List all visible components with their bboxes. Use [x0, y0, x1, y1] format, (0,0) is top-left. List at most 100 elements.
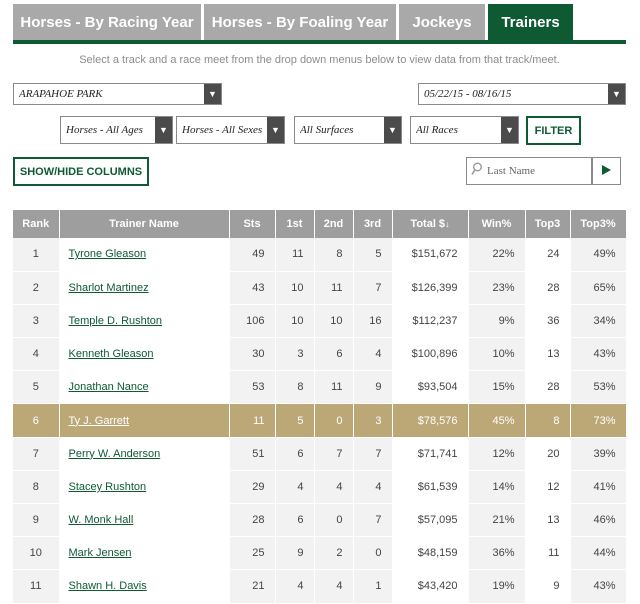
last-name-input[interactable] — [487, 165, 587, 177]
top3-cell: 20 — [525, 437, 571, 471]
third-cell: 4 — [353, 470, 393, 504]
table-row: 1 Tyrone Gleason 49 11 8 5 $151,672 22% 24 49% — [13, 238, 627, 272]
win-pct-cell: 19% — [468, 569, 526, 604]
trainer-link[interactable]: Tyrone Gleason — [69, 248, 147, 260]
trainer-link[interactable]: Sharlot Martinez — [69, 282, 149, 294]
chevron-down-icon: ▼ — [501, 117, 518, 143]
third-cell: 4 — [353, 337, 393, 371]
header-3rd[interactable]: 3rd — [353, 210, 393, 238]
total-cell: $151,672 — [392, 238, 469, 272]
tab-horses-by-foaling-year[interactable]: Horses - By Foaling Year — [204, 4, 396, 40]
win-pct-cell: 21% — [468, 503, 526, 537]
table-row: 2 Sharlot Martinez 43 10 11 7 $126,399 23% 28 65% — [13, 271, 627, 305]
header-rank[interactable]: Rank — [13, 210, 60, 238]
header-top3[interactable]: Top3 — [525, 210, 571, 238]
header-1st[interactable]: 1st — [275, 210, 315, 238]
total-cell: $57,095 — [392, 503, 469, 537]
trainer-link[interactable]: Stacey Rushton — [69, 481, 147, 493]
top3-cell: 28 — [525, 370, 571, 404]
trainers-table: Rank Trainer Name Sts 1st 2nd 3rd Total … — [13, 210, 627, 604]
top3-cell: 36 — [525, 304, 571, 338]
third-cell: 1 — [353, 569, 393, 604]
total-cell: $100,896 — [392, 337, 469, 371]
sts-cell: 11 — [229, 403, 276, 438]
first-cell: 6 — [275, 437, 315, 471]
track-select[interactable]: ARAPAHOE PARK ▼ — [13, 83, 222, 105]
trainer-link[interactable]: Mark Jensen — [69, 547, 132, 559]
sts-cell: 49 — [229, 238, 276, 272]
win-pct-cell: 14% — [468, 470, 526, 504]
sts-cell: 25 — [229, 536, 276, 570]
table-row: 8 Stacey Rushton 29 4 4 4 $61,539 14% 12 41% — [13, 470, 627, 504]
total-cell: $71,741 — [392, 437, 469, 471]
trainer-link[interactable]: Shawn H. Davis — [69, 580, 147, 592]
trainer-name-cell: Shawn H. Davis — [59, 569, 230, 604]
rank-cell: 1 — [13, 238, 60, 272]
third-cell: 16 — [353, 304, 393, 338]
top3-cell: 28 — [525, 271, 571, 305]
header-trainer-name[interactable]: Trainer Name — [59, 210, 230, 238]
instructions-text: Select a track and a race meet from the … — [79, 54, 560, 66]
track-select-value: ARAPAHOE PARK — [19, 88, 103, 100]
sts-cell: 43 — [229, 271, 276, 305]
top3-pct-cell: 43% — [570, 337, 627, 371]
header-2nd[interactable]: 2nd — [314, 210, 354, 238]
table-row: 3 Temple D. Rushton 106 10 10 16 $112,237 9% 36 3… — [13, 304, 627, 338]
search-icon — [471, 162, 483, 181]
tab-jockeys[interactable]: Jockeys — [399, 4, 485, 40]
top3-pct-cell: 41% — [570, 470, 627, 504]
top3-pct-cell: 34% — [570, 304, 627, 338]
header-win-pct[interactable]: Win% — [468, 210, 526, 238]
win-pct-cell: 12% — [468, 437, 526, 471]
table-row: 10 Mark Jensen 25 9 2 0 $48,159 36% 11 44% — [13, 536, 627, 570]
sexes-select[interactable]: Horses - All Sexes ▼ — [176, 116, 285, 144]
second-cell: 10 — [314, 304, 354, 338]
third-cell: 7 — [353, 503, 393, 537]
tab-horses-by-racing-year[interactable]: Horses - By Racing Year — [13, 4, 201, 40]
search-go-button[interactable] — [592, 157, 621, 185]
top3-pct-cell: 49% — [570, 238, 627, 272]
trainer-name-cell: W. Monk Hall — [59, 503, 230, 537]
surfaces-select[interactable]: All Surfaces ▼ — [294, 116, 402, 144]
first-cell: 10 — [275, 271, 315, 305]
header-top3-pct[interactable]: Top3% — [570, 210, 627, 238]
top3-pct-cell: 46% — [570, 503, 627, 537]
header-sts[interactable]: Sts — [229, 210, 276, 238]
races-select[interactable]: All Races ▼ — [410, 116, 519, 144]
ages-select[interactable]: Horses - All Ages ▼ — [60, 116, 173, 144]
trainer-link[interactable]: Temple D. Rushton — [69, 315, 163, 327]
rank-cell: 5 — [13, 370, 60, 404]
top3-cell: 13 — [525, 503, 571, 537]
trainer-link[interactable]: Kenneth Gleason — [69, 348, 154, 360]
sts-cell: 106 — [229, 304, 276, 338]
top3-pct-cell: 39% — [570, 437, 627, 471]
second-cell: 8 — [314, 238, 354, 272]
third-cell: 3 — [353, 403, 393, 438]
trainer-name-cell: Kenneth Gleason — [59, 337, 230, 371]
second-cell: 4 — [314, 470, 354, 504]
play-icon — [602, 162, 611, 180]
trainer-name-cell: Perry W. Anderson — [59, 437, 230, 471]
meet-select[interactable]: 05/22/15 - 08/16/15 ▼ — [418, 83, 626, 105]
chevron-down-icon: ▼ — [155, 117, 172, 143]
chevron-down-icon: ▼ — [267, 117, 284, 143]
trainer-link[interactable]: Perry W. Anderson — [69, 448, 161, 460]
rank-cell: 11 — [13, 569, 60, 604]
trainer-link[interactable]: Ty J. Garrett — [69, 415, 130, 427]
sort-down-icon: ↓ — [445, 219, 450, 229]
meet-select-value: 05/22/15 - 08/16/15 — [424, 88, 512, 100]
rank-cell: 6 — [13, 403, 60, 438]
header-total[interactable]: Total $↓ — [392, 210, 469, 238]
first-cell: 5 — [275, 403, 315, 438]
chevron-down-icon: ▼ — [608, 84, 625, 104]
trainer-link[interactable]: Jonathan Nance — [69, 381, 149, 393]
trainer-name-cell: Jonathan Nance — [59, 370, 230, 404]
top3-pct-cell: 53% — [570, 370, 627, 404]
trainer-link[interactable]: W. Monk Hall — [69, 514, 134, 526]
show-hide-columns-button[interactable]: SHOW/HIDE COLUMNS — [13, 157, 149, 186]
win-pct-cell: 9% — [468, 304, 526, 338]
tab-trainers[interactable]: Trainers — [488, 4, 573, 40]
third-cell: 9 — [353, 370, 393, 404]
third-cell: 7 — [353, 271, 393, 305]
filter-button[interactable]: FILTER — [526, 116, 581, 145]
